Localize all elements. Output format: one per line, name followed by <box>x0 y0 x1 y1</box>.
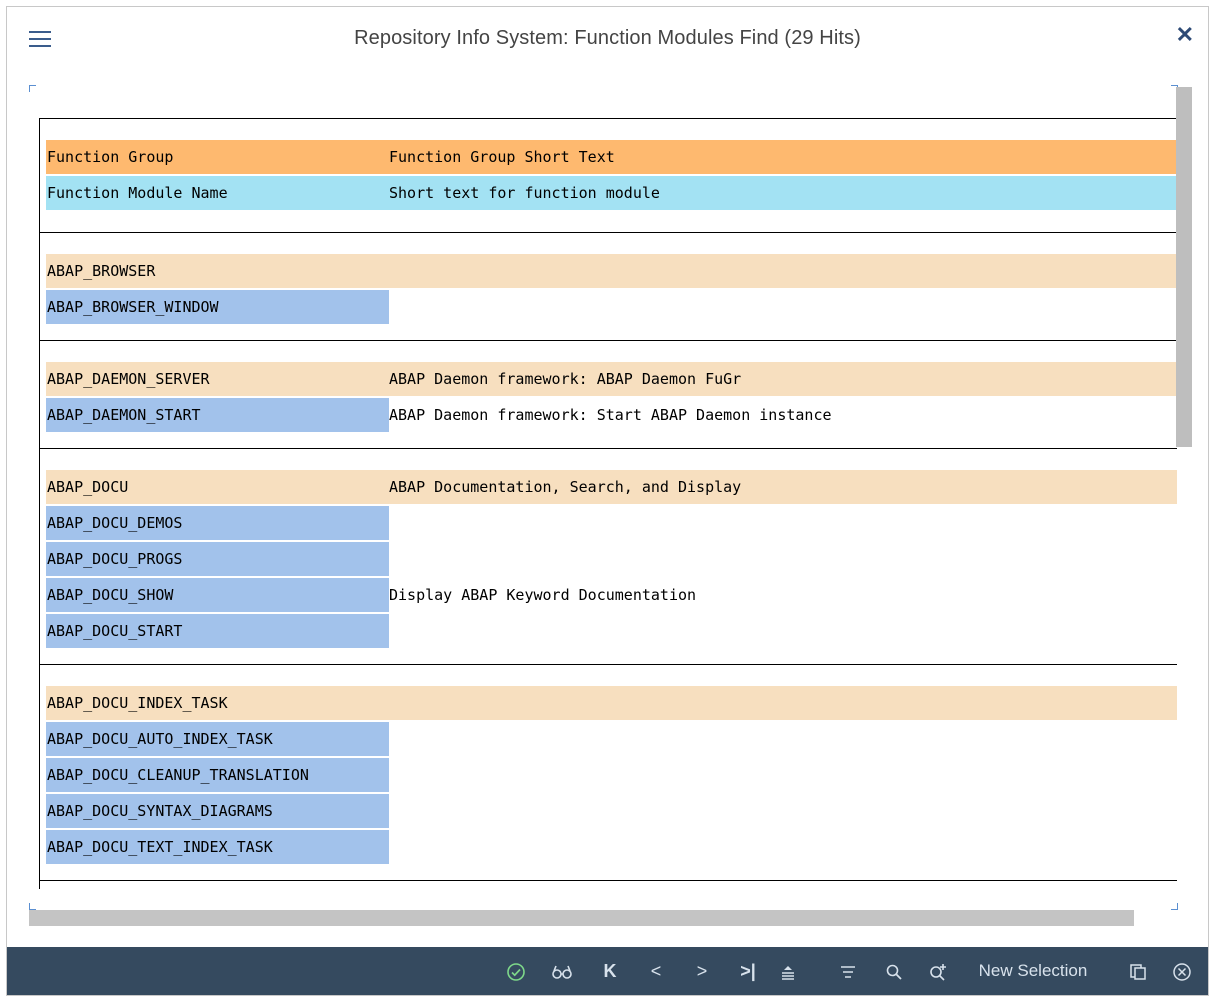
function-group-name: ABAP_BROWSER <box>47 262 156 280</box>
vertical-scrollbar[interactable] <box>1176 87 1192 447</box>
frame-corner <box>29 903 36 910</box>
function-module-name: ABAP_DAEMON_START <box>47 406 201 424</box>
function-module-row[interactable]: ABAP_DOCU_CLEANUP_TRANSLATION <box>46 758 389 792</box>
function-module-row[interactable]: ABAP_DOCU_PROGS <box>46 542 389 576</box>
first-page-icon[interactable]: K <box>595 947 625 995</box>
close-icon[interactable]: ✕ <box>1176 24 1194 46</box>
function-module-name: ABAP_DOCU_START <box>47 622 183 640</box>
function-group-name: ABAP_DOCU_INDEX_TASK <box>47 694 228 712</box>
col-header-function-group: Function Group <box>47 148 174 166</box>
function-module-name: ABAP_DOCU_AUTO_INDEX_TASK <box>47 730 273 748</box>
last-page-icon[interactable]: >| <box>733 947 763 995</box>
function-module-short-text: Display ABAP Keyword Documentation <box>389 586 697 604</box>
function-group-row[interactable]: ABAP_DOCU_INDEX_TASK <box>46 686 1177 720</box>
col-header-function-module: Function Module Name <box>47 184 228 202</box>
function-module-row[interactable]: ABAP_DAEMON_START <box>46 398 389 432</box>
search-icon[interactable] <box>879 947 909 995</box>
horizontal-scrollbar[interactable] <box>29 910 1134 926</box>
function-module-row[interactable]: ABAP_BROWSER_WINDOW <box>46 290 389 324</box>
function-module-row[interactable]: ABAP_DOCU_SHOW <box>46 578 389 612</box>
function-module-row[interactable]: ABAP_DOCU_SYNTAX_DIAGRAMS <box>46 794 389 828</box>
function-module-short-text: ABAP Daemon framework: Start ABAP Daemon… <box>389 406 832 424</box>
copy-icon[interactable] <box>1123 947 1153 995</box>
function-module-name: ABAP_BROWSER_WINDOW <box>47 298 219 316</box>
function-module-row[interactable]: ABAP_DOCU_START <box>46 614 389 648</box>
title-bar: Repository Info System: Function Modules… <box>7 7 1208 72</box>
checkmark-icon[interactable] <box>501 947 531 995</box>
function-module-row[interactable]: ABAP_DOCU_DEMOS <box>46 506 389 540</box>
group-divider <box>40 340 1177 341</box>
function-module-row[interactable]: ABAP_DOCU_TEXT_INDEX_TASK <box>46 830 389 864</box>
cancel-icon[interactable] <box>1167 947 1197 995</box>
frame-corner <box>1171 903 1178 910</box>
function-group-short-text: ABAP Daemon framework: ABAP Daemon FuGr <box>389 370 742 388</box>
function-group-row[interactable]: ABAP_BROWSER <box>46 254 1177 288</box>
frame-corner <box>29 85 36 92</box>
function-group-short-text: ABAP Documentation, Search, and Display <box>389 478 742 496</box>
function-group-row[interactable]: ABAP_DOCU ABAP Documentation, Search, and… <box>46 470 1177 504</box>
window-title: Repository Info System: Function Modules… <box>354 27 861 49</box>
sort-ascending-icon[interactable] <box>773 947 803 995</box>
function-group-row[interactable]: ABAP_DAEMON_SERVER ABAP Daemon framework:… <box>46 362 1177 396</box>
header-row-module: Function Module Name Short text for func… <box>46 176 1177 210</box>
function-module-name: ABAP_DOCU_SYNTAX_DIAGRAMS <box>47 802 273 820</box>
previous-icon[interactable]: < <box>641 947 671 995</box>
hit-list: Function Group Function Group Short Text… <box>39 118 1177 889</box>
group-divider <box>40 448 1177 449</box>
search-next-icon[interactable] <box>923 947 953 995</box>
function-group-name: ABAP_DOCU <box>47 478 129 496</box>
group-divider <box>40 664 1177 665</box>
header-row-group: Function Group Function Group Short Text <box>46 140 1177 174</box>
col-header-module-short-text: Short text for function module <box>389 184 660 202</box>
function-group-name: ABAP_DAEMON_SERVER <box>47 370 210 388</box>
function-module-name: ABAP_DOCU_CLEANUP_TRANSLATION <box>47 766 309 784</box>
function-module-name: ABAP_DOCU_SHOW <box>47 586 174 604</box>
new-selection-button[interactable]: New Selection <box>971 947 1095 995</box>
dialog-window: Repository Info System: Function Modules… <box>6 6 1209 996</box>
group-divider <box>40 880 1177 881</box>
next-icon[interactable]: > <box>687 947 717 995</box>
function-module-name: ABAP_DOCU_DEMOS <box>47 514 183 532</box>
glasses-icon[interactable] <box>547 947 577 995</box>
group-divider <box>40 232 1177 233</box>
col-header-group-short-text: Function Group Short Text <box>389 148 615 166</box>
function-module-row[interactable]: ABAP_DOCU_AUTO_INDEX_TASK <box>46 722 389 756</box>
footer-toolbar: K < > >| New Selection <box>7 947 1208 995</box>
function-module-name: ABAP_DOCU_PROGS <box>47 550 183 568</box>
divider <box>40 118 1177 119</box>
function-module-name: ABAP_DOCU_TEXT_INDEX_TASK <box>47 838 273 856</box>
filter-icon[interactable] <box>833 947 863 995</box>
